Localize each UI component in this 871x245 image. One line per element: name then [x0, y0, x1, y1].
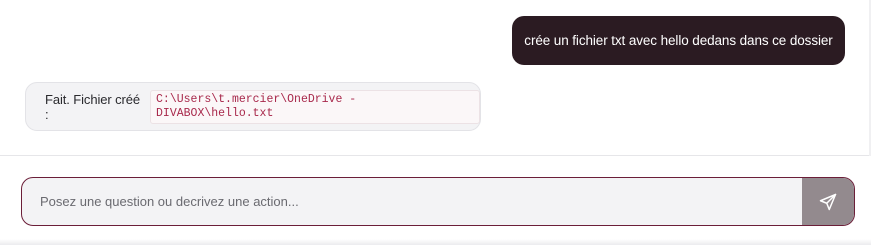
file-path-code: C:\Users\t.mercier\OneDrive - DIVABOX\he…: [150, 89, 480, 124]
user-message-bubble: crée un fichier txt avec hello dedans da…: [512, 16, 845, 65]
user-message-text: crée un fichier txt avec hello dedans da…: [524, 33, 833, 48]
composer: [21, 177, 855, 226]
chat-window: crée un fichier txt avec hello dedans da…: [0, 0, 871, 245]
window-bottom-edge: [0, 239, 871, 245]
composer-area: [0, 157, 871, 245]
message-input[interactable]: [22, 178, 802, 225]
assistant-message-text: Fait. Fichier créé :: [45, 91, 141, 122]
send-button[interactable]: [802, 178, 854, 225]
paper-plane-icon: [818, 192, 838, 212]
assistant-message-bubble: Fait. Fichier créé : C:\Users\t.mercier\…: [25, 82, 481, 131]
message-list: crée un fichier txt avec hello dedans da…: [0, 0, 871, 156]
